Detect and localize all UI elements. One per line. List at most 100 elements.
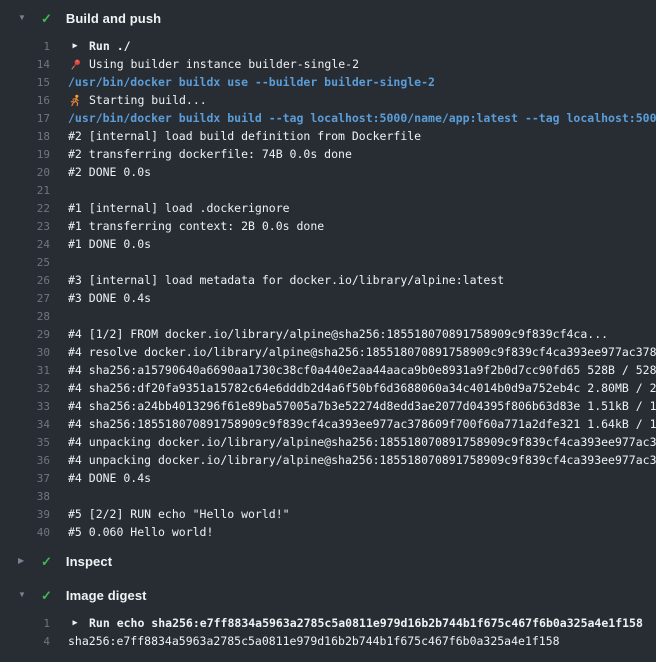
line-number[interactable]: 36: [0, 454, 50, 467]
log-line: 20 #2 DONE 0.0s: [0, 163, 656, 181]
line-number[interactable]: 32: [0, 382, 50, 395]
line-number[interactable]: 30: [0, 346, 50, 359]
log-line-body: #4 sha256:df20fa9351a15782c64e6dddb2d4a6…: [68, 381, 656, 395]
log-line: 18 #2 [internal] load build definition f…: [0, 127, 656, 145]
log-line-body: #2 [internal] load build definition from…: [68, 129, 656, 143]
actions-log-panel: ▼ ✓ Build and push 1 ▶ Run ./ 14 Using b…: [0, 4, 656, 650]
log-section: ▼ ✓ Build and push 1 ▶ Run ./ 14 Using b…: [0, 4, 656, 541]
log-line-body: #5 [2/2] RUN echo "Hello world!": [68, 507, 656, 521]
log-line: 19 #2 transferring dockerfile: 74B 0.0s …: [0, 145, 656, 163]
log-line-body: ▶ Run echo sha256:e7ff8834a5963a2785c5a0…: [68, 616, 656, 630]
line-number[interactable]: 16: [0, 94, 50, 107]
log-text: #1 DONE 0.0s: [68, 237, 151, 251]
log-line: 35 #4 unpacking docker.io/library/alpine…: [0, 433, 656, 451]
section-title: Build and push: [66, 11, 161, 26]
line-number[interactable]: 34: [0, 418, 50, 431]
line-number[interactable]: 23: [0, 220, 50, 233]
log-text: #3 DONE 0.4s: [68, 291, 151, 305]
log-text: #4 unpacking docker.io/library/alpine@sh…: [68, 435, 656, 449]
log-text: Starting build...: [89, 93, 207, 107]
line-number[interactable]: 18: [0, 130, 50, 143]
log-line: 37 #4 DONE 0.4s: [0, 469, 656, 487]
log-line: 38: [0, 487, 656, 505]
log-text: #4 [1/2] FROM docker.io/library/alpine@s…: [68, 327, 608, 341]
log-line-body: /usr/bin/docker buildx use --builder bui…: [68, 75, 656, 89]
log-line: 27 #3 DONE 0.4s: [0, 289, 656, 307]
log-text: #2 DONE 0.0s: [68, 165, 151, 179]
log-text: #1 transferring context: 2B 0.0s done: [68, 219, 324, 233]
line-number[interactable]: 37: [0, 472, 50, 485]
log-line-body: #3 [internal] load metadata for docker.i…: [68, 273, 656, 287]
success-check-icon: ✓: [41, 12, 52, 25]
log-line: 29 #4 [1/2] FROM docker.io/library/alpin…: [0, 325, 656, 343]
chevron-down-icon[interactable]: ▼: [18, 14, 30, 22]
log-line-body: #1 [internal] load .dockerignore: [68, 201, 656, 215]
line-number[interactable]: 14: [0, 58, 50, 71]
log-line-body: #2 transferring dockerfile: 74B 0.0s don…: [68, 147, 656, 161]
log-text: #4 sha256:185518070891758909c9f839cf4ca3…: [68, 417, 656, 431]
section-header-inspect[interactable]: ▶ ✓ Inspect: [0, 547, 656, 575]
log-line: 23 #1 transferring context: 2B 0.0s done: [0, 217, 656, 235]
log-line-body: #4 DONE 0.4s: [68, 471, 656, 485]
line-number[interactable]: 21: [0, 184, 50, 197]
log-text: /usr/bin/docker buildx use --builder bui…: [68, 75, 435, 89]
line-number[interactable]: 26: [0, 274, 50, 287]
log-text: #2 [internal] load build definition from…: [68, 129, 421, 143]
log-text: #5 0.060 Hello world!: [68, 525, 213, 539]
log-line-body: #1 DONE 0.0s: [68, 237, 656, 251]
log-line: 36 #4 unpacking docker.io/library/alpine…: [0, 451, 656, 469]
line-number[interactable]: 24: [0, 238, 50, 251]
play-icon: ▶: [68, 619, 82, 628]
line-number[interactable]: 29: [0, 328, 50, 341]
log-line: 16 Starting build...: [0, 91, 656, 109]
line-number[interactable]: 1: [0, 40, 50, 53]
success-check-icon: ✓: [41, 555, 52, 568]
section-lines: 1 ▶ Run echo sha256:e7ff8834a5963a2785c5…: [0, 614, 656, 650]
line-number[interactable]: 33: [0, 400, 50, 413]
runner-icon: [68, 94, 82, 107]
log-text: Using builder instance builder-single-2: [89, 57, 359, 71]
pushpin-icon: [68, 58, 82, 71]
play-icon: ▶: [68, 42, 82, 51]
log-line: 14 Using builder instance builder-single…: [0, 55, 656, 73]
line-number[interactable]: 20: [0, 166, 50, 179]
line-number[interactable]: 15: [0, 76, 50, 89]
log-line-body: #1 transferring context: 2B 0.0s done: [68, 219, 656, 233]
line-number[interactable]: 38: [0, 490, 50, 503]
line-number[interactable]: 4: [0, 635, 50, 648]
log-text: /usr/bin/docker buildx build --tag local…: [68, 111, 656, 125]
line-number[interactable]: 28: [0, 310, 50, 323]
line-number[interactable]: 27: [0, 292, 50, 305]
log-text: Run echo sha256:e7ff8834a5963a2785c5a081…: [89, 616, 643, 630]
chevron-down-icon[interactable]: ▼: [18, 591, 30, 599]
log-line: 31 #4 sha256:a15790640a6690aa1730c38cf0a…: [0, 361, 656, 379]
chevron-right-icon[interactable]: ▶: [18, 557, 30, 565]
line-number[interactable]: 19: [0, 148, 50, 161]
line-number[interactable]: 31: [0, 364, 50, 377]
line-number[interactable]: 17: [0, 112, 50, 125]
log-text: #4 DONE 0.4s: [68, 471, 151, 485]
log-line: 22 #1 [internal] load .dockerignore: [0, 199, 656, 217]
log-text: #4 unpacking docker.io/library/alpine@sh…: [68, 453, 656, 467]
log-text: #5 [2/2] RUN echo "Hello world!": [68, 507, 290, 521]
log-line: 30 #4 resolve docker.io/library/alpine@s…: [0, 343, 656, 361]
line-number[interactable]: 1: [0, 617, 50, 630]
log-line-body: #4 unpacking docker.io/library/alpine@sh…: [68, 435, 656, 449]
line-number[interactable]: 25: [0, 256, 50, 269]
log-line-body: Using builder instance builder-single-2: [68, 57, 656, 71]
log-line: 17 /usr/bin/docker buildx build --tag lo…: [0, 109, 656, 127]
log-line-body: Starting build...: [68, 93, 656, 107]
line-number[interactable]: 40: [0, 526, 50, 539]
line-number[interactable]: 39: [0, 508, 50, 521]
log-text: #4 sha256:a24bb4013296f61e89ba57005a7b3e…: [68, 399, 656, 413]
log-line: 26 #3 [internal] load metadata for docke…: [0, 271, 656, 289]
log-text: #4 resolve docker.io/library/alpine@sha2…: [68, 345, 656, 359]
log-line: 39 #5 [2/2] RUN echo "Hello world!": [0, 505, 656, 523]
log-line-body: #4 resolve docker.io/library/alpine@sha2…: [68, 345, 656, 359]
log-line-body: /usr/bin/docker buildx build --tag local…: [68, 111, 656, 125]
section-header-build-and-push[interactable]: ▼ ✓ Build and push: [0, 4, 656, 32]
line-number[interactable]: 35: [0, 436, 50, 449]
line-number[interactable]: 22: [0, 202, 50, 215]
log-section: ▶ ✓ Inspect: [0, 547, 656, 575]
section-header-image-digest[interactable]: ▼ ✓ Image digest: [0, 581, 656, 609]
